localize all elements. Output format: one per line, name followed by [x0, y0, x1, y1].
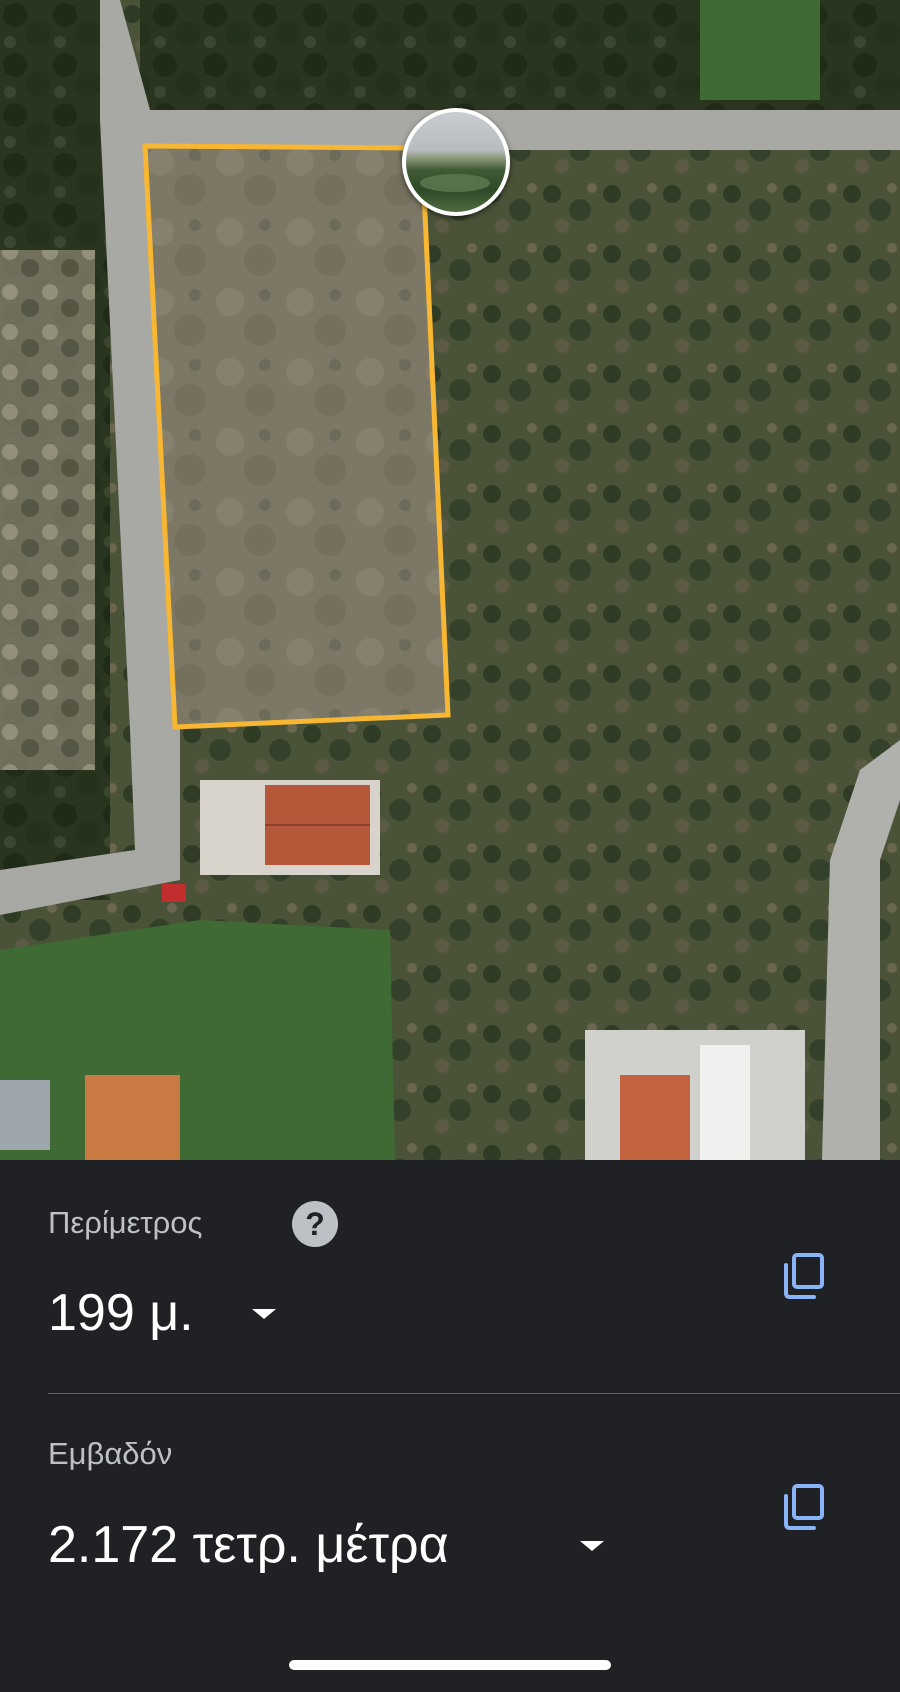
divider — [48, 1393, 900, 1394]
perimeter-label: Περίμετρος — [48, 1205, 203, 1240]
area-unit-dropdown-icon[interactable] — [580, 1541, 604, 1551]
help-icon[interactable]: ? — [292, 1201, 338, 1247]
copy-area-icon[interactable] — [782, 1484, 826, 1530]
home-indicator[interactable] — [289, 1660, 611, 1670]
area-value[interactable]: 2.172 τετρ. μέτρα — [48, 1515, 449, 1575]
street-view-thumbnail[interactable] — [402, 108, 510, 216]
copy-perimeter-icon[interactable] — [782, 1253, 826, 1299]
satellite-map[interactable] — [0, 0, 900, 1160]
area-label: Εμβαδόν — [48, 1436, 173, 1471]
perimeter-unit-dropdown-icon[interactable] — [252, 1309, 276, 1319]
perimeter-value[interactable]: 199 μ. — [48, 1283, 194, 1343]
